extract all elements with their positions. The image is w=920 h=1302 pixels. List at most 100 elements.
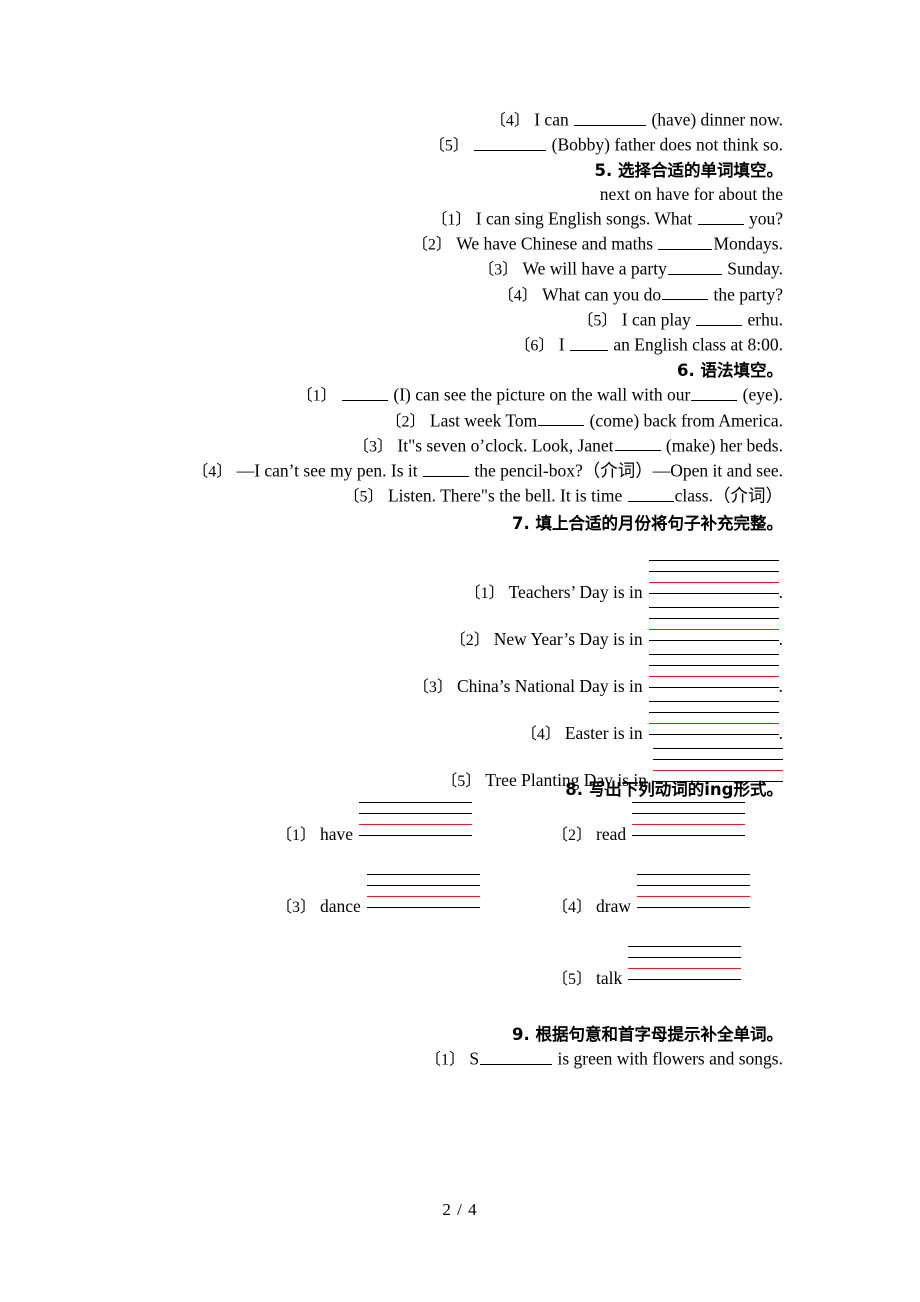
rule-line-top [359,802,473,804]
item-number: 〔1〕 [424,1052,465,1070]
handwriting-rule-block[interactable] [359,802,473,840]
section-5-word-bank: next on have for about the [599,184,783,205]
answer-blank[interactable] [574,108,647,126]
item-text-before: I can [534,109,574,130]
item-inner: 〔5〕 Tree Planting Day is in [441,748,783,791]
handwriting-rule-block[interactable] [653,748,783,786]
item-text-after: an English class at 8:00. [608,334,783,355]
answer-blank[interactable] [480,1047,553,1066]
exercise-item: 〔5〕 Tree Planting Day is in [100,724,783,790]
item-text-after: class.（介词） [674,485,783,506]
item-word: draw [596,896,631,917]
grid-row: 〔3〕 dance 〔4〕 draw [100,874,783,946]
handwriting-rule-block[interactable] [637,874,750,912]
exercise-item: 〔2〕 New Year’s Day is in . [100,583,783,649]
answer-blank[interactable] [474,133,547,151]
item-number: 〔3〕 [478,262,519,280]
handwriting-rule-block[interactable] [366,874,480,912]
item-number: 〔5〕 [428,137,469,155]
exercise-item: 〔3〕 dance [276,874,480,917]
exercise-item: 〔5〕 talk [552,946,742,989]
answer-blank[interactable] [691,383,738,401]
exercise-item: 〔4〕 draw [552,874,750,917]
answer-blank[interactable] [658,232,713,250]
item-text-after: the party? [709,284,783,305]
item-number: 〔2〕 [385,413,426,431]
exercise-item: 〔4〕 —I can’t see my pen. Is it the penci… [100,459,783,484]
item-number: 〔6〕 [514,337,555,355]
exercise-item: 〔1〕 (I) can see the picture on the wall … [100,383,783,408]
worksheet-page: 〔4〕 I can (have) dinner now. 〔5〕 (Bobby)… [0,0,920,1302]
section-title: 语法填空。 [700,361,784,381]
exercise-item: 〔5〕 I can play erhu. [100,308,783,333]
section-number: 6. [677,361,695,381]
answer-blank[interactable] [614,434,661,452]
handwriting-rule-block[interactable] [628,946,742,984]
item-word: have [320,824,354,845]
item-number: 〔3〕 [353,438,394,456]
exercise-item: 〔1〕 S is green with flowers and songs. [100,1047,783,1072]
handwriting-rule-block[interactable] [632,802,746,840]
item-text-before: I can sing English songs. What [475,208,697,229]
item-number: 〔2〕 [552,827,593,845]
exercise-item: 〔5〕 Listen. There"s the bell. It is time… [100,484,783,509]
item-text-after-2: (eye). [738,384,783,405]
answer-blank[interactable] [627,484,674,502]
rule-line-upper-middle [628,957,742,959]
rule-line-red-baseline [632,824,746,826]
rule-line-upper-middle [359,813,473,815]
exercise-item: 〔4〕 What can you do the party? [100,283,783,308]
rule-line-top [648,607,779,609]
item-text-after: Mondays. [713,233,783,254]
item-text-before: We have Chinese and maths [456,233,658,254]
answer-blank[interactable] [569,333,608,351]
item-text-before: It"s seven o’clock. Look, Janet [397,435,614,456]
exercise-item: 〔3〕 China’s National Day is in . [100,630,783,696]
section-number: 5. [594,161,613,181]
rule-line-red-baseline [653,770,783,772]
answer-blank[interactable] [697,207,744,225]
page-number-footer: 2 / 4 [442,1200,478,1219]
answer-blank[interactable] [423,459,470,477]
item-text-before: Last week Tom [429,410,538,431]
section-title: 填上合适的月份将句子补充完整。 [535,514,784,534]
item-text-after: erhu. [743,309,783,330]
answer-blank[interactable] [667,257,722,276]
item-text-after: (come) back from America. [585,410,783,431]
rule-line-bottom [637,907,750,909]
rule-line-bottom [632,835,746,837]
section-number: 7. [512,514,530,534]
rule-line-upper-middle [648,712,779,714]
carryover-group: 〔4〕 I can (have) dinner now. 〔5〕 (Bobby)… [100,108,783,158]
item-text-before: —I can’t see my pen. Is it [236,460,423,481]
answer-blank[interactable] [342,383,389,401]
answer-blank[interactable] [538,409,585,427]
item-number: 〔4〕 [552,899,593,917]
item-text-before: I [558,334,569,355]
item-number: 〔1〕 [296,387,337,405]
item-number: 〔1〕 [276,827,317,845]
item-number: 〔5〕 [441,773,482,791]
item-number: 〔2〕 [411,236,452,254]
rule-line-red-baseline [637,896,750,898]
item-text-after: (make) her beds. [661,435,783,456]
rule-line-top [653,748,783,750]
rule-line-top [648,560,779,562]
item-number: 〔1〕 [431,211,472,229]
answer-blank[interactable] [696,308,743,326]
answer-blank[interactable] [662,283,709,301]
exercise-item: 〔1〕 have [276,802,473,845]
rule-line-upper-middle [648,665,779,667]
exercise-item: 〔1〕 I can sing English songs. What you? [100,207,783,232]
section-8-grid: 〔1〕 have 〔2〕 read 〔3〕 dance 〔4〕 draw 〔5〕… [100,802,783,1018]
item-number: 〔5〕 [343,488,384,506]
content-column: 〔4〕 I can (have) dinner now. 〔5〕 (Bobby)… [100,108,783,1073]
exercise-item: 〔2〕 read [552,802,746,845]
exercise-item: 〔3〕 We will have a party Sunday. [100,257,783,282]
item-prompt: Tree Planting Day is in [485,770,647,791]
item-text-after: the pencil-box?（介词）—Open it and see. [470,460,783,481]
grid-row: 〔5〕 talk [100,946,783,1018]
item-number: 〔5〕 [577,312,618,330]
rule-line-upper-middle [632,813,746,815]
rule-line-top [632,802,746,804]
